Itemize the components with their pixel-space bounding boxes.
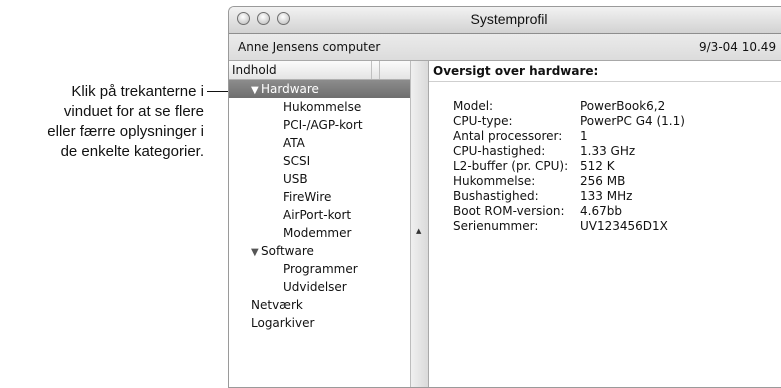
- divider: [429, 81, 781, 82]
- spec-value: 1: [580, 129, 588, 143]
- spec-value: 512 K: [580, 159, 615, 173]
- tree-item-label: Udvidelser: [283, 280, 347, 294]
- tree-item-label: Software: [261, 244, 314, 258]
- tree-item-label: SCSI: [283, 154, 311, 168]
- splitter-arrow-icon: ▲: [416, 227, 422, 235]
- spec-key: Antal processorer:: [453, 129, 563, 143]
- spec-key: CPU-hastighed:: [453, 144, 546, 158]
- spec-key: L2-buffer (pr. CPU):: [453, 159, 569, 173]
- computer-name: Anne Jensens computer: [238, 40, 381, 54]
- detail-pane: Oversigt over hardware: Model: PowerBook6…: [429, 61, 781, 387]
- contents-pane: Indhold ▼ Hardware Hukommelse PCI-/AGP-ko…: [229, 61, 411, 387]
- system-profiler-window: Systemprofil Anne Jensens computer 9/3-0…: [228, 6, 781, 388]
- callout-text: Klik på trekanterne i vinduet for at se …: [0, 82, 204, 162]
- tree-item-label: Programmer: [283, 262, 358, 276]
- tree-item-label: USB: [283, 172, 308, 186]
- callout-line: de enkelte kategorier.: [60, 143, 204, 160]
- tree-item-pci-agp[interactable]: PCI-/AGP-kort: [229, 116, 410, 134]
- tree-item-label: AirPort-kort: [283, 208, 352, 222]
- info-bar: Anne Jensens computer 9/3-04 10.49: [229, 34, 781, 61]
- tree-item-label: ATA: [283, 136, 305, 150]
- tree-item-ata[interactable]: ATA: [229, 134, 410, 152]
- tree-item-programmer[interactable]: Programmer: [229, 260, 410, 278]
- title-bar[interactable]: Systemprofil: [229, 7, 781, 34]
- tree-item-label: Logarkiver: [251, 316, 315, 330]
- tree-item-label: Hukommelse: [283, 100, 362, 114]
- contents-column-header[interactable]: Indhold: [229, 61, 410, 80]
- spec-value: PowerBook6,2: [580, 99, 666, 113]
- spec-value: PowerPC G4 (1.1): [580, 114, 685, 128]
- tree-item-label: Hardware: [261, 82, 319, 96]
- spec-key: Serienummer:: [453, 219, 539, 233]
- tree-item-hardware[interactable]: ▼ Hardware: [229, 80, 410, 98]
- spec-value: UV123456D1X: [580, 219, 668, 233]
- pane-splitter[interactable]: ▲: [411, 61, 429, 387]
- spec-key: Boot ROM-version:: [453, 204, 565, 218]
- tree-item-scsi[interactable]: SCSI: [229, 152, 410, 170]
- tree-item-label: Netværk: [251, 298, 303, 312]
- spec-value: 1.33 GHz: [580, 144, 636, 158]
- spec-value: 256 MB: [580, 174, 626, 188]
- spec-key: Bushastighed:: [453, 189, 539, 203]
- spec-key: Hukommelse:: [453, 174, 536, 188]
- tree-item-firewire[interactable]: FireWire: [229, 188, 410, 206]
- callout-line: Klik på trekanterne i: [71, 83, 204, 100]
- tree-item-netvaerk[interactable]: Netværk: [229, 296, 410, 314]
- tree-item-airport[interactable]: AirPort-kort: [229, 206, 410, 224]
- tree-item-label: Modemmer: [283, 226, 352, 240]
- contents-header-label: Indhold: [232, 63, 277, 77]
- timestamp: 9/3-04 10.49: [699, 40, 777, 54]
- tree-item-label: FireWire: [283, 190, 332, 204]
- detail-header: Oversigt over hardware:: [433, 64, 599, 78]
- tree-item-software[interactable]: ▼ Software: [229, 242, 410, 260]
- callout-line: vinduet for at se flere: [63, 103, 204, 120]
- tree-item-hukommelse[interactable]: Hukommelse: [229, 98, 410, 116]
- tree-item-label: PCI-/AGP-kort: [283, 118, 363, 132]
- column-divider: [371, 61, 372, 79]
- window-title: Systemprofil: [470, 11, 548, 27]
- tree-item-logarkiver[interactable]: Logarkiver: [229, 314, 410, 332]
- spec-value: 4.67bb: [580, 204, 622, 218]
- column-divider: [379, 61, 380, 79]
- spec-key: CPU-type:: [453, 114, 513, 128]
- spec-key: Model:: [453, 99, 494, 113]
- tree-item-udvidelser[interactable]: Udvidelser: [229, 278, 410, 296]
- callout-line: eller færre oplysninger i: [47, 123, 204, 140]
- tree-item-modemmer[interactable]: Modemmer: [229, 224, 410, 242]
- contents-tree: ▼ Hardware Hukommelse PCI-/AGP-kort ATA S…: [229, 80, 410, 332]
- tree-item-usb[interactable]: USB: [229, 170, 410, 188]
- spec-value: 133 MHz: [580, 189, 633, 203]
